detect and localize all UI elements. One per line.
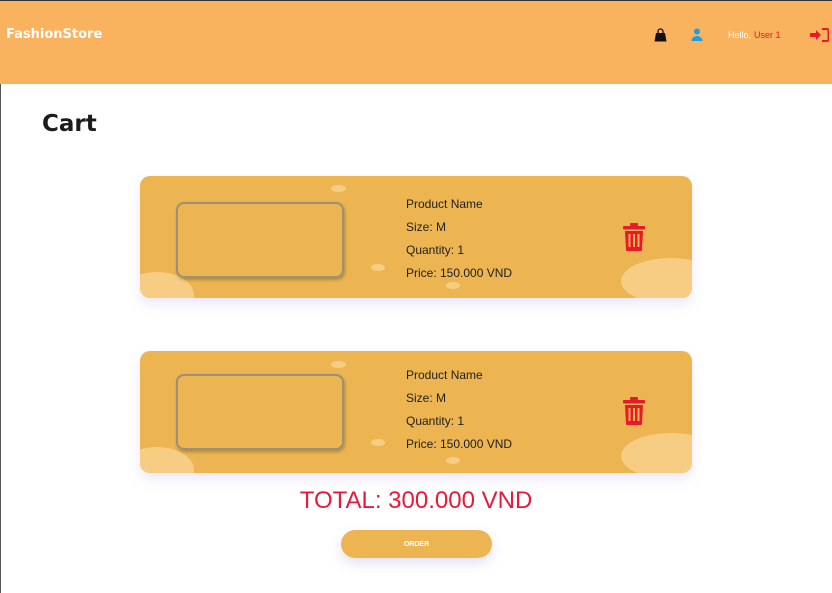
decorative-blob xyxy=(621,433,692,473)
product-details: Product Name Size: M Quantity: 1 Price: … xyxy=(406,367,512,459)
logout-icon[interactable] xyxy=(810,28,829,42)
trash-icon[interactable] xyxy=(623,397,645,425)
product-price: Price: 150.000 VND xyxy=(406,437,513,451)
page-border xyxy=(0,84,1,593)
cart-item: Product Name Size: M Quantity: 1 Price: … xyxy=(140,351,692,473)
product-quantity: Quantity: 1 xyxy=(406,243,465,257)
product-details: Product Name Size: M Quantity: 1 Price: … xyxy=(406,196,512,288)
product-quantity: Quantity: 1 xyxy=(406,414,465,428)
decorative-blob xyxy=(331,361,346,368)
user-greeting: Hello, User 1 xyxy=(728,30,781,40)
page-title: Cart xyxy=(42,111,97,137)
greeting-text: Hello, xyxy=(728,30,752,40)
product-image-placeholder[interactable] xyxy=(176,202,344,278)
decorative-blob xyxy=(371,439,385,446)
user-icon[interactable] xyxy=(691,28,703,41)
shopping-bag-icon[interactable] xyxy=(654,28,667,42)
product-size: Size: M xyxy=(406,220,447,234)
product-name: Product Name xyxy=(406,368,483,382)
brand-logo[interactable]: FashionStore xyxy=(6,27,102,42)
decorative-blob xyxy=(621,258,692,298)
top-navbar: FashionStore Hello, User 1 xyxy=(0,0,832,84)
cart-total: TOTAL: 300.000 VND xyxy=(299,487,533,514)
product-size: Size: M xyxy=(406,391,447,405)
product-price: Price: 150.000 VND xyxy=(406,266,513,280)
product-name: Product Name xyxy=(406,197,483,211)
order-button[interactable]: ORDER xyxy=(341,530,492,558)
trash-icon[interactable] xyxy=(623,223,645,251)
decorative-blob xyxy=(331,185,346,192)
product-image-placeholder[interactable] xyxy=(176,374,344,450)
decorative-blob xyxy=(371,264,385,271)
cart-item: Product Name Size: M Quantity: 1 Price: … xyxy=(140,176,692,298)
decorative-blob xyxy=(140,447,194,473)
username-link[interactable]: User 1 xyxy=(754,30,781,40)
